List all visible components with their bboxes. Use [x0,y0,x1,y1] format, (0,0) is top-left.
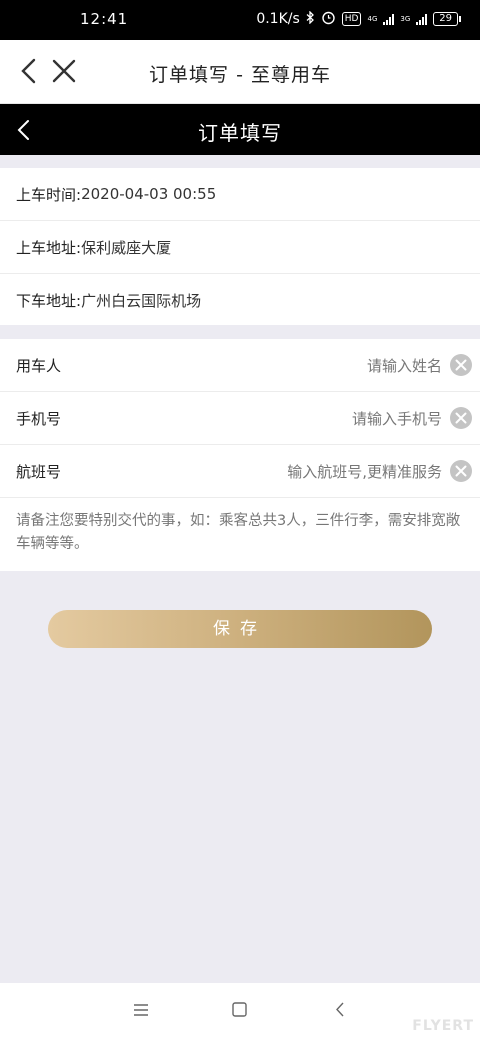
pickup-address-row: 上车地址: 保利威座大厦 [0,221,480,274]
app-header: 订单填写 [0,104,480,155]
bluetooth-icon [306,10,315,27]
status-icons: 0.1K/s HD 4G 3G 29 [256,10,461,28]
webview-title: 订单填写 - 至尊用车 [149,64,331,86]
signal1-icon [383,13,395,25]
net1-label: 4G [367,15,378,23]
passenger-form-card: 用车人 请输入姓名 手机号 请输入手机号 航班号 输入航班号,更精准服务 请备注… [0,339,480,571]
save-button[interactable]: 保存 [48,610,432,648]
alarm-icon [321,10,336,28]
trip-info-card: 上车时间: 2020-04-03 00:55 上车地址: 保利威座大厦 下车地址… [0,168,480,325]
signal2-icon [416,13,428,25]
webview-toolbar: 订单填写 - 至尊用车 [0,40,480,104]
pickup-time-label: 上车时间: [16,185,82,204]
phone-row: 手机号 请输入手机号 [0,392,480,445]
status-time: 12:41 [80,10,129,28]
dropoff-address-row: 下车地址: 广州白云国际机场 [0,274,480,326]
phone-label: 手机号 [16,409,62,428]
passenger-name-row: 用车人 请输入姓名 [0,339,480,392]
pickup-time-row: 上车时间: 2020-04-03 00:55 [0,168,480,221]
clear-name-icon[interactable] [450,354,472,376]
watermark-logo: FLYERT [412,1018,474,1034]
remark-textarea[interactable]: 请备注您要特别交代的事，如：乘客总共3人，三件行李，需安排宽敞车辆等等。 [0,498,480,572]
flight-row: 航班号 输入航班号,更精准服务 [0,445,480,498]
pickup-address-value: 保利威座大厦 [81,238,172,257]
back-nav-icon[interactable] [335,1002,345,1021]
clear-flight-icon[interactable] [450,460,472,482]
clear-phone-icon[interactable] [450,407,472,429]
flight-label: 航班号 [16,462,62,481]
pickup-time-value: 2020-04-03 00:55 [81,185,217,203]
dropoff-address-label: 下车地址: [16,291,82,310]
dropoff-address-value: 广州白云国际机场 [81,291,202,310]
passenger-name-input[interactable]: 请输入姓名 [367,355,442,376]
hd-badge: HD [341,12,362,26]
flight-input[interactable]: 输入航班号,更精准服务 [287,461,442,482]
page-title: 订单填写 [198,121,282,145]
home-icon[interactable] [232,1002,247,1021]
pickup-address-label: 上车地址: [16,238,82,257]
phone-input[interactable]: 请输入手机号 [352,408,442,429]
system-nav-bar: FLYERT [0,983,480,1040]
passenger-name-label: 用车人 [16,356,62,375]
net2-label: 3G [400,15,411,23]
network-speed: 0.1K/s [256,11,300,27]
menu-icon[interactable] [133,1002,149,1021]
status-bar: 12:41 0.1K/s HD 4G 3G 29 [0,0,480,40]
battery-icon: 29 [433,12,461,26]
